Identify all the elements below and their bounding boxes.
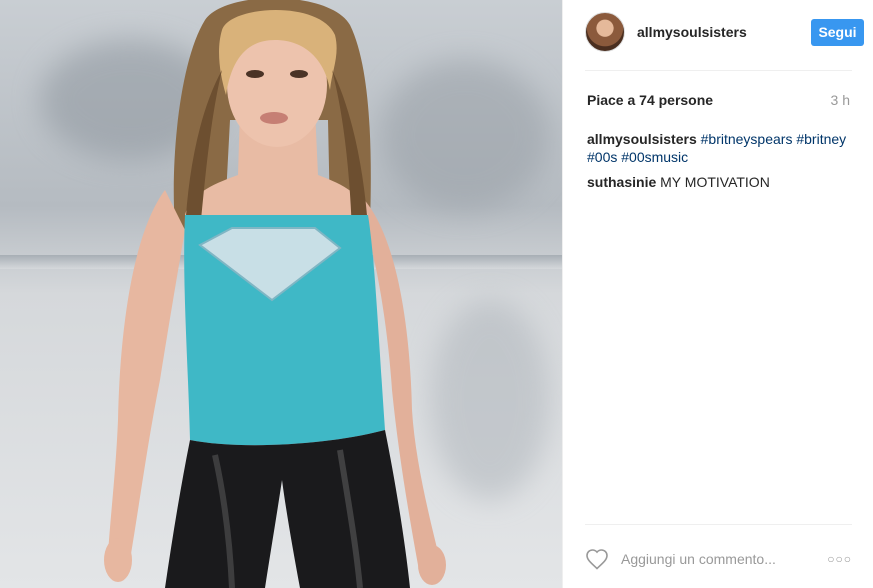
post-sidebar: allmysoulsisters Segui Piace a 74 person…	[562, 0, 873, 588]
hashtag-link[interactable]: #britney	[796, 131, 846, 147]
likes-count[interactable]: Piace a 74 persone	[587, 92, 713, 108]
instagram-post: allmysoulsisters Segui Piace a 74 person…	[0, 0, 873, 588]
add-comment-row: ○○○	[585, 544, 852, 574]
person-figure	[104, 0, 446, 588]
more-options-icon[interactable]: ○○○	[827, 552, 852, 566]
follow-button[interactable]: Segui	[811, 19, 864, 46]
comment-username[interactable]: suthasinie	[587, 174, 656, 190]
hashtag-link[interactable]: #00s	[587, 149, 617, 165]
footer-divider	[585, 524, 852, 525]
caption-username[interactable]: allmysoulsisters	[587, 131, 697, 147]
comment-input[interactable]	[621, 551, 821, 567]
stats-row: Piace a 74 persone 3 h	[587, 92, 850, 108]
header-username[interactable]: allmysoulsisters	[637, 24, 747, 40]
hashtag-link[interactable]: #00smusic	[621, 149, 688, 165]
post-header: allmysoulsisters Segui	[585, 10, 873, 54]
comment-text: MY MOTIVATION	[660, 174, 770, 190]
post-photo[interactable]	[0, 0, 562, 588]
header-divider	[585, 70, 852, 71]
caption: allmysoulsisters #britneyspears #britney…	[587, 130, 857, 166]
heart-icon[interactable]	[585, 548, 609, 570]
avatar[interactable]	[585, 12, 625, 52]
hashtag-link[interactable]: #britneyspears	[701, 131, 793, 147]
comment-item: suthasinie MY MOTIVATION	[587, 173, 857, 191]
post-time[interactable]: 3 h	[831, 92, 850, 108]
comments-list: allmysoulsisters #britneyspears #britney…	[587, 130, 857, 198]
